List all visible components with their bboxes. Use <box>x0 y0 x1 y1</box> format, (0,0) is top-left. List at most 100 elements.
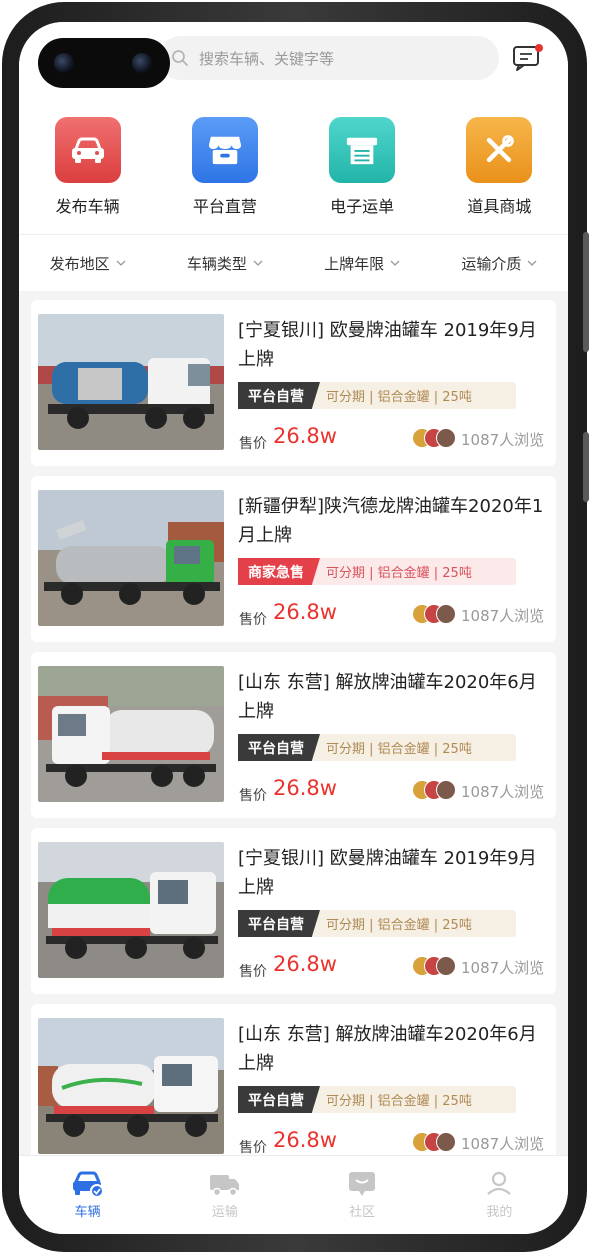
price-label: 售价 <box>239 788 267 804</box>
avatar <box>436 956 456 976</box>
vehicle-card[interactable]: [宁夏银川] 欧曼牌油罐车 2019年9月上牌 平台自营 可分期 | 铝合金罐 … <box>31 828 556 994</box>
filter-region[interactable]: 发布地区 <box>19 235 156 291</box>
viewer-avatars <box>412 780 458 800</box>
store-icon <box>191 117 258 183</box>
chevron-down-icon <box>116 260 126 266</box>
tag-badge: 商家急售 <box>238 558 320 585</box>
tag-features: 可分期 | 铝合金罐 | 25吨 <box>326 742 472 757</box>
avatar <box>436 1132 456 1152</box>
avatar <box>436 780 456 800</box>
truck-photo <box>38 666 224 802</box>
tag-features: 可分期 | 铝合金罐 | 25吨 <box>326 1094 472 1109</box>
price-label: 售价 <box>239 964 267 980</box>
truck-photo <box>38 1018 224 1154</box>
quick-action-label: 道具商城 <box>467 197 532 216</box>
quick-action-platform[interactable]: 平台直营 <box>156 110 293 234</box>
truck-tab-icon <box>209 1175 239 1197</box>
view-count: 1087人浏览 <box>461 959 545 977</box>
tab-label: 我的 <box>486 1205 513 1220</box>
viewer-avatars <box>412 956 458 976</box>
chevron-down-icon <box>253 260 263 266</box>
tag-features: 可分期 | 铝合金罐 | 25吨 <box>326 566 472 581</box>
price-value: 26.8w <box>273 600 337 624</box>
bottom-tab-bar: 车辆 运输 社区 我的 <box>19 1155 568 1234</box>
quick-action-label: 平台直营 <box>192 197 257 216</box>
avatar <box>436 604 456 624</box>
truck-photo <box>38 842 224 978</box>
avatar <box>436 428 456 448</box>
tag-badge: 平台自营 <box>238 734 320 761</box>
filter-label: 发布地区 <box>49 254 110 273</box>
profile-tab-icon <box>487 1171 512 1195</box>
tab-transport[interactable]: 运输 <box>156 1156 293 1234</box>
tag-row: 平台自营 可分期 | 铝合金罐 | 25吨 <box>238 910 516 937</box>
camera-lens <box>132 53 152 73</box>
tab-label: 运输 <box>211 1205 238 1220</box>
camera-lens <box>54 53 74 73</box>
quick-action-publish[interactable]: 发布车辆 <box>19 110 156 234</box>
message-icon[interactable] <box>512 42 546 72</box>
viewer-avatars <box>412 604 458 624</box>
tag-row: 商家急售 可分期 | 铝合金罐 | 25吨 <box>238 558 516 585</box>
filter-label: 运输介质 <box>461 254 522 273</box>
vehicle-card[interactable]: [宁夏银川] 欧曼牌油罐车 2019年9月上牌 平台自营 可分期 | 铝合金罐 … <box>31 300 556 466</box>
tag-badge: 平台自营 <box>238 910 320 937</box>
quick-actions: 发布车辆 平台直营 电子运单 道具商城 <box>19 110 568 234</box>
tag-badge: 平台自营 <box>238 1086 320 1113</box>
price-label: 售价 <box>239 436 267 452</box>
tag-row: 平台自营 可分期 | 铝合金罐 | 25吨 <box>238 382 516 409</box>
price-value: 26.8w <box>273 1128 337 1152</box>
tools-icon <box>466 117 533 183</box>
view-count: 1087人浏览 <box>461 1135 545 1153</box>
price-value: 26.8w <box>273 776 337 800</box>
vehicle-card[interactable]: [新疆伊犁]陕汽德龙牌油罐车2020年1月上牌 商家急售 可分期 | 铝合金罐 … <box>31 476 556 642</box>
car-icon <box>54 117 121 183</box>
quick-action-label: 电子运单 <box>330 197 395 216</box>
filter-medium[interactable]: 运输介质 <box>431 235 568 291</box>
filter-vehicle-type[interactable]: 车辆类型 <box>156 235 293 291</box>
listing-title: [山东 东营] 解放牌油罐车2020年6月上牌 <box>238 1024 537 1074</box>
tag-badge: 平台自营 <box>238 382 320 409</box>
listing-title: [山东 东营] 解放牌油罐车2020年6月上牌 <box>238 672 537 722</box>
search-placeholder: 搜索车辆、关键字等 <box>199 49 335 68</box>
power-button <box>583 432 589 502</box>
filter-bar: 发布地区 车辆类型 上牌年限 运输介质 <box>19 234 568 291</box>
listing-title: [宁夏银川] 欧曼牌油罐车 2019年9月上牌 <box>238 848 537 898</box>
tab-label: 社区 <box>349 1205 376 1220</box>
quick-action-label: 发布车辆 <box>55 197 120 216</box>
price-label: 售价 <box>239 612 267 628</box>
price-value: 26.8w <box>273 952 337 976</box>
filter-label: 上牌年限 <box>324 254 385 273</box>
tab-vehicles[interactable]: 车辆 <box>19 1156 156 1234</box>
tab-community[interactable]: 社区 <box>294 1156 431 1234</box>
listing-title: [宁夏银川] 欧曼牌油罐车 2019年9月上牌 <box>238 320 537 370</box>
search-icon <box>172 50 188 66</box>
chevron-down-icon <box>527 260 537 266</box>
view-count: 1087人浏览 <box>461 783 545 801</box>
car-tab-icon <box>72 1171 104 1198</box>
truck-photo <box>38 314 224 450</box>
vehicle-card[interactable]: [山东 东营] 解放牌油罐车2020年6月上牌 平台自营 可分期 | 铝合金罐 … <box>31 1004 556 1170</box>
filter-plate-years[interactable]: 上牌年限 <box>294 235 431 291</box>
price-label: 售价 <box>239 1140 267 1156</box>
chevron-down-icon <box>390 260 400 266</box>
view-count: 1087人浏览 <box>461 431 545 449</box>
view-count: 1087人浏览 <box>461 607 545 625</box>
quick-action-mall[interactable]: 道具商城 <box>431 110 568 234</box>
tab-label: 车辆 <box>74 1205 101 1220</box>
tag-row: 平台自营 可分期 | 铝合金罐 | 25吨 <box>238 1086 516 1113</box>
quick-action-waybill[interactable]: 电子运单 <box>294 110 431 234</box>
tag-features: 可分期 | 铝合金罐 | 25吨 <box>326 918 472 933</box>
filter-label: 车辆类型 <box>186 254 247 273</box>
viewer-avatars <box>412 428 458 448</box>
tag-features: 可分期 | 铝合金罐 | 25吨 <box>326 390 472 405</box>
printer-icon <box>329 117 396 183</box>
truck-photo <box>38 490 224 626</box>
volume-button <box>583 232 589 352</box>
vehicle-list: [宁夏银川] 欧曼牌油罐车 2019年9月上牌 平台自营 可分期 | 铝合金罐 … <box>31 300 556 1180</box>
viewer-avatars <box>412 1132 458 1152</box>
tab-mine[interactable]: 我的 <box>431 1156 568 1234</box>
vehicle-card[interactable]: [山东 东营] 解放牌油罐车2020年6月上牌 平台自营 可分期 | 铝合金罐 … <box>31 652 556 818</box>
camera-cutout <box>38 38 170 88</box>
search-bar[interactable]: 搜索车辆、关键字等 <box>159 36 499 80</box>
